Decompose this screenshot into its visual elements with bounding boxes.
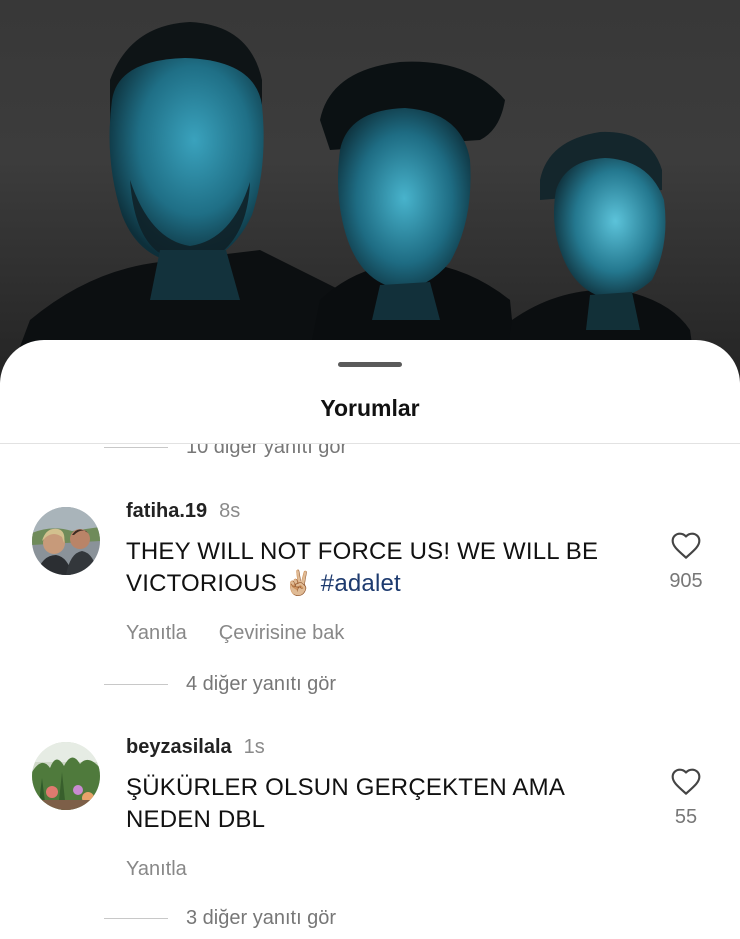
see-translation-button[interactable]: Çevirisine bak xyxy=(219,622,345,645)
drag-handle[interactable] xyxy=(338,362,402,367)
comment-text: THEY WILL NOT FORCE US! WE WILL BE VICTO… xyxy=(126,536,626,600)
view-more-replies[interactable]: 3 diğer yanıtı gör xyxy=(104,907,336,930)
comment-header: fatiha.19 8s xyxy=(126,500,240,523)
avatar-photo-icon xyxy=(32,507,100,575)
comment-body: ŞÜKÜRLER OLSUN GERÇEKTEN AMA NEDEN DBL xyxy=(126,774,564,833)
reply-line xyxy=(104,446,168,449)
top-more-replies-clip: 10 diğer yanıtı gör xyxy=(0,444,740,468)
more-replies-label: 3 diğer yanıtı gör xyxy=(186,907,337,929)
like-control[interactable]: 905 xyxy=(660,530,712,593)
more-replies-label: 4 diğer yanıtı gör xyxy=(186,673,337,695)
comment-header: beyzasilala 1s xyxy=(126,736,265,759)
comment-item: beyzasilala 1s ŞÜKÜRLER OLSUN GERÇEKTEN … xyxy=(0,736,740,896)
reply-line xyxy=(104,917,168,920)
reply-button[interactable]: Yanıtla xyxy=(126,622,187,645)
heart-outline-icon[interactable] xyxy=(670,766,702,796)
comment-text: ŞÜKÜRLER OLSUN GERÇEKTEN AMA NEDEN DBL xyxy=(126,772,596,836)
comment-actions: Yanıtla Çevirisine bak xyxy=(126,622,344,645)
like-count: 905 xyxy=(669,570,703,592)
reply-line xyxy=(104,683,168,686)
heart-outline-icon[interactable] xyxy=(670,530,702,560)
timestamp: 8s xyxy=(219,500,241,522)
sheet-title: Yorumlar xyxy=(320,395,420,421)
username[interactable]: fatiha.19 xyxy=(126,500,207,523)
comments-sheet: Yorumlar 10 diğer yanıtı gör fatiha.19 8… xyxy=(0,340,740,939)
comment-actions: Yanıtla xyxy=(126,858,187,881)
avatar[interactable] xyxy=(32,507,100,575)
avatar[interactable] xyxy=(32,742,100,810)
victory-hand-emoji: ✌🏼 xyxy=(283,570,314,597)
reply-button[interactable]: Yanıtla xyxy=(126,858,187,881)
username[interactable]: beyzasilala xyxy=(126,736,232,759)
timestamp: 1s xyxy=(243,736,265,758)
view-more-replies[interactable]: 4 diğer yanıtı gör xyxy=(104,673,336,696)
comment-item: fatiha.19 8s THEY WILL NOT FORCE US! WE … xyxy=(0,500,740,700)
view-more-replies-top[interactable]: 10 diğer yanıtı gör xyxy=(104,444,347,459)
like-control[interactable]: 55 xyxy=(660,766,712,829)
avatar-photo-icon xyxy=(32,742,100,810)
more-replies-label: 10 diğer yanıtı gör xyxy=(186,444,348,458)
like-count: 55 xyxy=(674,806,698,828)
hashtag-link[interactable]: #adalet xyxy=(321,570,401,597)
